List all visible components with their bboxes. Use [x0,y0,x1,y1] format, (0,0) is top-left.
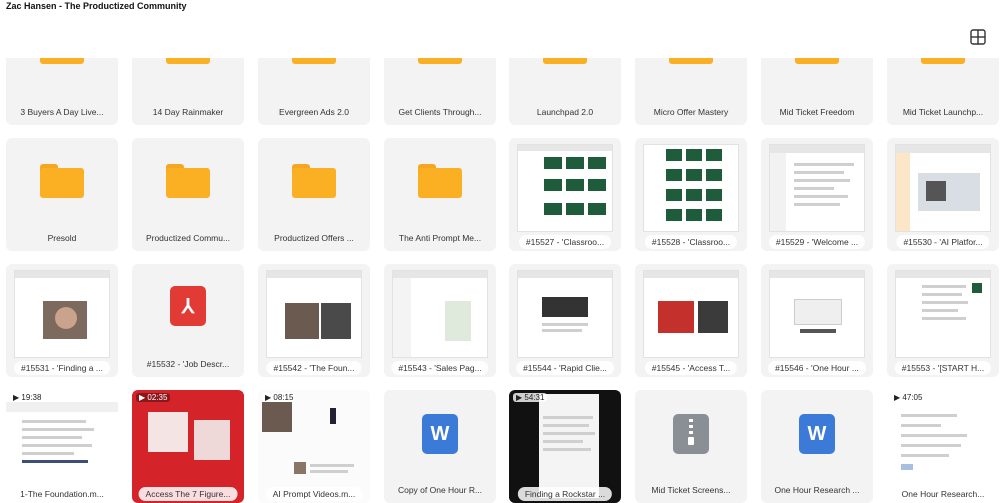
card-label: Productized Offers ... [274,233,354,243]
thumbnail-image [266,270,362,358]
image-card[interactable]: #15544 - 'Rapid Clie... [509,264,621,377]
pdf-file-icon: ⅄ [170,286,206,326]
word-doc-icon: W [799,414,835,454]
card-label: Presold [47,233,77,243]
file-grid: 3 Buyers A Day Live... 14 Day Rainmaker … [0,0,1000,503]
folder-icon [166,164,210,198]
card-label: Launchpad 2.0 [536,107,594,117]
folder-icon [418,164,462,198]
video-card[interactable]: ▶ 54:31 Finding a Rockstar ... [509,390,621,503]
video-card[interactable]: ▶ 47:05 One Hour Research... [887,390,999,503]
thumbnail-image [643,270,739,358]
folder-card[interactable]: Presold [6,138,118,251]
image-card[interactable]: #15530 - 'AI Platfor... [887,138,999,251]
card-label: Mid Ticket Freedom [779,107,855,117]
card-label: Productized Commu... [145,233,231,243]
thumbnail-image [517,270,613,358]
folder-card[interactable]: The Anti Prompt Me... [384,138,496,251]
zip-file-icon [673,414,709,454]
image-card[interactable]: #15531 - 'Finding a ... [6,264,118,377]
card-label: #15532 - 'Job Descr... [146,359,230,369]
image-card[interactable]: #15543 - 'Sales Pag... [384,264,496,377]
zip-file-card[interactable]: Mid Ticket Screens... [635,390,747,503]
word-doc-card[interactable]: W Copy of One Hour R... [384,390,496,503]
card-label: AI Prompt Videos.m... [265,487,363,501]
video-duration: ▶ 08:15 [262,393,297,402]
card-label: Finding a Rockstar ... [517,487,613,501]
card-label: 14 Day Rainmaker [152,107,224,117]
video-duration: ▶ 19:38 [10,393,45,402]
card-label: #15527 - 'Classroo... [518,235,612,249]
video-card[interactable]: ▶ 02:35 Access The 7 Figure... [132,390,244,503]
thumbnail-image [392,270,488,358]
image-card[interactable]: #15553 - '[START H... [887,264,999,377]
card-label: Get Clients Through... [398,107,482,117]
image-card[interactable]: #15527 - 'Classroo... [509,138,621,251]
card-label: Access The 7 Figure... [138,487,238,501]
page-header: Zac Hansen - The Productized Community [0,0,1000,58]
card-label: #15542 - 'The Foun... [266,361,362,375]
card-label: One Hour Research... [894,487,992,501]
card-label: #15531 - 'Finding a ... [14,361,110,375]
thumbnail-image [769,144,865,232]
folder-card[interactable]: Productized Commu... [132,138,244,251]
card-label: Evergreen Ads 2.0 [279,107,349,117]
word-doc-card[interactable]: W One Hour Research ... [761,390,873,503]
card-label: #15528 - 'Classroo... [644,235,738,249]
thumbnail-image [895,270,991,358]
card-label: 1-The Foundation.m... [13,487,111,501]
video-duration: ▶ 02:35 [136,393,171,402]
card-label: #15544 - 'Rapid Clie... [516,361,614,375]
page-title: Zac Hansen - The Productized Community [6,1,187,11]
thumbnail-image [895,144,991,232]
video-card[interactable]: ▶ 08:15 AI Prompt Videos.m... [258,390,370,503]
card-label: #15529 - 'Welcome ... [768,235,866,249]
card-label: #15553 - '[START H... [894,361,992,375]
card-label: #15543 - 'Sales Pag... [391,361,489,375]
word-doc-icon: W [422,414,458,454]
video-duration: ▶ 54:31 [513,393,548,402]
pdf-card[interactable]: ⅄ #15532 - 'Job Descr... [132,264,244,377]
folder-icon [40,164,84,198]
video-card[interactable]: ▶ 19:38 1-The Foundation.m... [6,390,118,503]
card-label: #15545 - 'Access T... [644,361,738,375]
folder-icon [292,164,336,198]
folder-card[interactable]: Productized Offers ... [258,138,370,251]
card-label: #15546 - 'One Hour ... [768,361,866,375]
video-duration: ▶ 47:05 [891,393,926,402]
image-card[interactable]: #15528 - 'Classroo... [635,138,747,251]
thumbnail-image [643,144,739,232]
thumbnail-image [14,270,110,358]
card-label: 3 Buyers A Day Live... [20,107,104,117]
image-card[interactable]: #15546 - 'One Hour ... [761,264,873,377]
card-label: Micro Offer Mastery [653,107,729,117]
thumbnail-image [517,144,613,232]
grid-layout-icon[interactable] [969,28,987,46]
image-card[interactable]: #15542 - 'The Foun... [258,264,370,377]
image-card[interactable]: #15529 - 'Welcome ... [761,138,873,251]
thumbnail-image [769,270,865,358]
card-label: Mid Ticket Launchp... [902,107,984,117]
card-label: The Anti Prompt Me... [398,233,482,243]
image-card[interactable]: #15545 - 'Access T... [635,264,747,377]
card-label: #15530 - 'AI Platfor... [896,235,990,249]
